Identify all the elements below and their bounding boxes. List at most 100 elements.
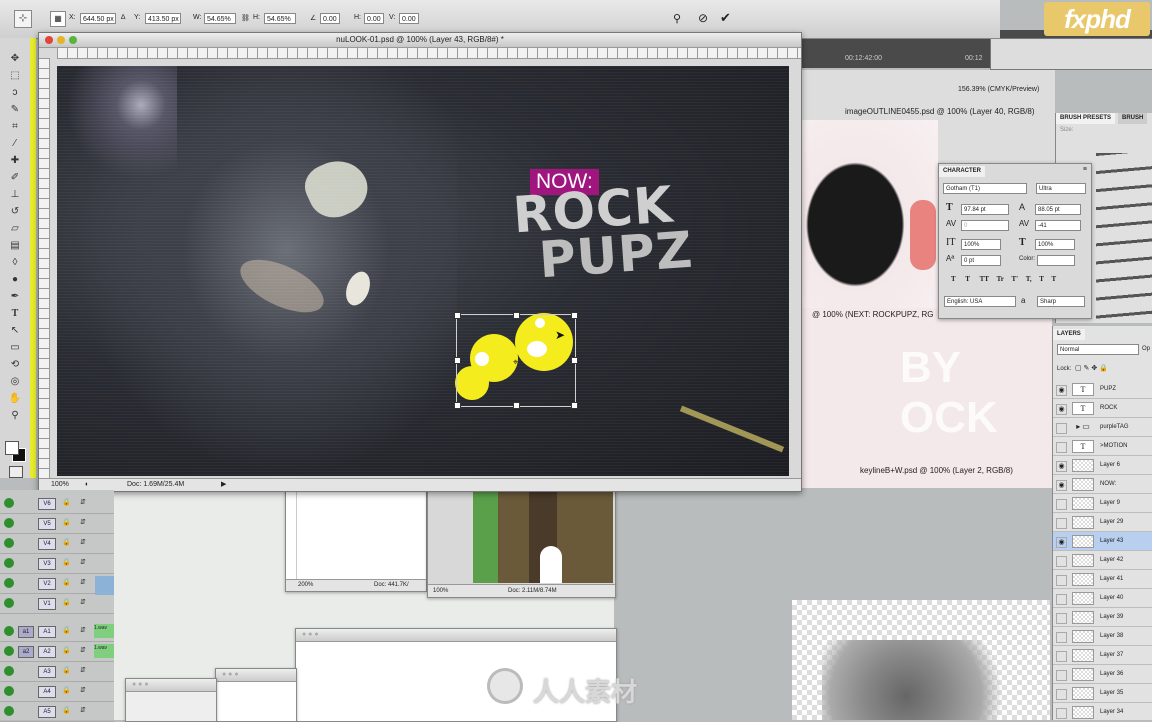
eyedropper-tool-icon[interactable]: ⁄ — [8, 137, 22, 151]
audio-source-patch[interactable]: a2 — [18, 646, 34, 658]
minimize-window-button[interactable] — [57, 36, 65, 44]
track-sync-icon[interactable]: ⇵ — [80, 558, 86, 566]
style-faux-italic[interactable]: T — [965, 275, 970, 283]
main-window-titlebar[interactable]: nuLOOK-01.psd @ 100% (Layer 43, RGB/8#) … — [39, 33, 801, 48]
audio-clip[interactable]: 1.wav — [94, 624, 114, 638]
layer-row[interactable]: Layer 37 — [1053, 646, 1152, 665]
style-superscript[interactable]: T' — [1011, 275, 1018, 283]
x-field[interactable]: 644.50 px — [80, 13, 116, 24]
layer-visibility-eye-icon[interactable] — [1056, 670, 1067, 681]
warp-icon[interactable]: ⚲ — [673, 12, 681, 25]
layer-row[interactable]: T >MOTION — [1053, 437, 1152, 456]
layer-row[interactable]: Layer 41 — [1053, 570, 1152, 589]
track-lock-icon[interactable]: 🔒 — [62, 706, 71, 714]
pen-tool-icon[interactable]: ✒ — [8, 290, 22, 304]
track-name[interactable]: V5 — [38, 518, 56, 530]
track-lock-icon[interactable]: 🔒 — [62, 578, 71, 586]
audio-source-patch[interactable]: a1 — [18, 626, 34, 638]
tracking-field[interactable]: -41 — [1035, 220, 1081, 231]
layer-row[interactable]: ◉ T PUPZ — [1053, 380, 1152, 399]
transform-handle-tr[interactable] — [571, 312, 578, 319]
close-window-button[interactable] — [45, 36, 53, 44]
style-subscript[interactable]: T, — [1026, 275, 1032, 283]
layer-row[interactable]: Layer 42 — [1053, 551, 1152, 570]
quick-select-tool-icon[interactable]: ✎ — [8, 103, 22, 117]
marquee-tool-icon[interactable]: ⬚ — [8, 69, 22, 83]
layer-visibility-eye-icon[interactable] — [1056, 613, 1067, 624]
track-name[interactable]: A2 — [38, 646, 56, 658]
layer-row[interactable]: Layer 38 — [1053, 627, 1152, 646]
layer-visibility-eye-icon[interactable] — [1056, 708, 1067, 719]
track-toggle-icon[interactable] — [4, 578, 14, 588]
video-track[interactable]: V3 🔒 ⇵ — [0, 554, 114, 574]
style-all-caps[interactable]: TT — [980, 275, 989, 283]
layer-row[interactable]: ◉ NOW: — [1053, 475, 1152, 494]
lasso-tool-icon[interactable]: ↄ — [8, 86, 22, 100]
layer-visibility-eye-icon[interactable]: ◉ — [1056, 385, 1067, 396]
transform-handle-mr[interactable] — [571, 357, 578, 364]
layer-visibility-eye-icon[interactable] — [1056, 594, 1067, 605]
layer-row[interactable]: Layer 39 — [1053, 608, 1152, 627]
quick-mask-icon[interactable] — [9, 466, 23, 478]
layer-row[interactable]: Layer 36 — [1053, 665, 1152, 684]
layer-visibility-eye-icon[interactable] — [1056, 442, 1067, 453]
layer-visibility-eye-icon[interactable] — [1056, 423, 1067, 434]
vertical-ruler[interactable] — [39, 58, 50, 478]
zoom-window-button[interactable] — [69, 36, 77, 44]
track-lock-icon[interactable]: 🔒 — [62, 626, 71, 634]
healing-tool-icon[interactable]: ✚ — [8, 154, 22, 168]
type-tool-icon[interactable]: T — [8, 307, 22, 321]
track-lock-icon[interactable]: 🔒 — [62, 646, 71, 654]
3d-orbit-tool-icon[interactable]: ◎ — [8, 375, 22, 389]
track-toggle-icon[interactable] — [4, 558, 14, 568]
vertical-scale-field[interactable]: 100% — [961, 239, 1001, 250]
zoom-tool-icon[interactable]: ⚲ — [8, 409, 22, 423]
3d-rotate-tool-icon[interactable]: ⟲ — [8, 358, 22, 372]
track-name[interactable]: V4 — [38, 538, 56, 550]
audio-track[interactable]: a2 A2 🔒 ⇵ 1.wav — [0, 642, 114, 662]
track-sync-icon[interactable]: ⇵ — [80, 706, 86, 714]
track-name[interactable]: V2 — [38, 578, 56, 590]
layer-row[interactable]: Layer 9 — [1053, 494, 1152, 513]
layer-visibility-eye-icon[interactable]: ◉ — [1056, 461, 1067, 472]
track-lock-icon[interactable]: 🔒 — [62, 538, 71, 546]
angle-field[interactable]: 0.00 — [320, 13, 340, 24]
transform-center-point[interactable]: ⌖ — [513, 357, 518, 368]
style-small-caps[interactable]: Tr — [997, 275, 1004, 283]
video-track[interactable]: V6 🔒 ⇵ — [0, 494, 114, 514]
horizontal-scale-field[interactable]: 100% — [1035, 239, 1075, 250]
layers-tab[interactable]: LAYERS — [1053, 329, 1085, 340]
baseline-field[interactable]: 0 pt — [961, 255, 1001, 266]
track-toggle-icon[interactable] — [4, 626, 14, 636]
layer-visibility-eye-icon[interactable]: ◉ — [1056, 537, 1067, 548]
track-sync-icon[interactable]: ⇵ — [80, 626, 86, 634]
track-lock-icon[interactable]: 🔒 — [62, 666, 71, 674]
character-tab[interactable]: CHARACTER — [939, 166, 985, 177]
background-color-swatch[interactable] — [5, 441, 19, 455]
track-toggle-icon[interactable] — [4, 666, 14, 676]
layer-visibility-eye-icon[interactable] — [1056, 518, 1067, 529]
audio-track[interactable]: A4 🔒 ⇵ — [0, 682, 114, 702]
video-track[interactable]: V4 🔒 ⇵ — [0, 534, 114, 554]
layer-row[interactable]: ◉ T ROCK — [1053, 399, 1152, 418]
track-toggle-icon[interactable] — [4, 518, 14, 528]
layer-visibility-eye-icon[interactable] — [1056, 499, 1067, 510]
lock-icons[interactable]: ▢ ✎ ✥ 🔒 — [1075, 364, 1108, 372]
eraser-tool-icon[interactable]: ▱ — [8, 222, 22, 236]
shape-tool-icon[interactable]: ▭ — [8, 341, 22, 355]
kerning-field[interactable]: 0 — [961, 220, 1009, 231]
track-toggle-icon[interactable] — [4, 706, 14, 716]
track-name[interactable]: V1 — [38, 598, 56, 610]
track-name[interactable]: V3 — [38, 558, 56, 570]
layer-visibility-eye-icon[interactable]: ◉ — [1056, 404, 1067, 415]
font-family-select[interactable]: Gotham (T1) — [943, 183, 1027, 194]
audio-track[interactable]: A5 🔒 ⇵ — [0, 702, 114, 722]
layer-visibility-eye-icon[interactable]: ◉ — [1056, 480, 1067, 491]
track-lock-icon[interactable]: 🔒 — [62, 598, 71, 606]
track-name[interactable]: A3 — [38, 666, 56, 678]
dodge-tool-icon[interactable]: ● — [8, 273, 22, 287]
transform-tool-icon[interactable]: ⊹ — [14, 10, 32, 28]
layer-visibility-eye-icon[interactable] — [1056, 575, 1067, 586]
track-lock-icon[interactable]: 🔒 — [62, 558, 71, 566]
track-sync-icon[interactable]: ⇵ — [80, 686, 86, 694]
